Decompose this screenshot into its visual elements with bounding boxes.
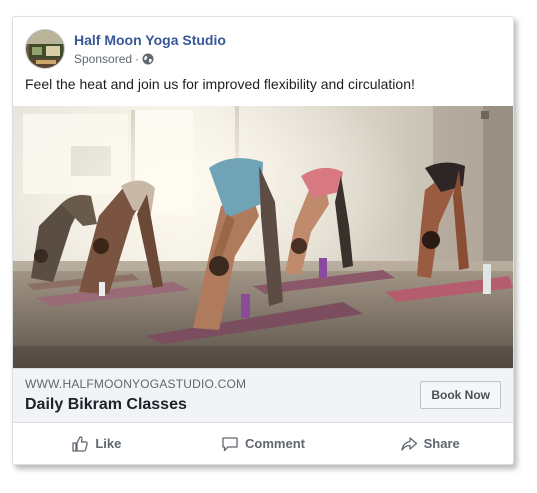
link-headline[interactable]: Daily Bikram Classes bbox=[25, 396, 187, 414]
link-preview[interactable]: WWW.HALFMOONYOGASTUDIO.COM Daily Bikram … bbox=[13, 368, 513, 423]
post-header: Half Moon Yoga Studio Sponsored · bbox=[13, 17, 513, 73]
share-icon bbox=[400, 436, 417, 451]
comment-label: Comment bbox=[245, 436, 305, 451]
meta-separator: · bbox=[135, 52, 140, 66]
comment-icon bbox=[222, 436, 238, 451]
thumbs-up-icon bbox=[72, 435, 89, 452]
globe-icon[interactable] bbox=[142, 53, 154, 65]
post-image[interactable] bbox=[13, 106, 513, 368]
post-meta: Sponsored · bbox=[74, 52, 154, 66]
like-label: Like bbox=[95, 436, 122, 451]
book-now-button[interactable]: Book Now bbox=[420, 381, 501, 409]
link-domain: WWW.HALFMOONYOGASTUDIO.COM bbox=[25, 377, 247, 391]
sponsored-label[interactable]: Sponsored bbox=[74, 52, 132, 66]
share-label: Share bbox=[423, 436, 460, 451]
post-actions: Like Comment Share bbox=[13, 423, 513, 464]
post-text: Feel the heat and join us for improved f… bbox=[25, 76, 415, 92]
like-button[interactable]: Like bbox=[13, 423, 180, 464]
sponsored-post-card: Half Moon Yoga Studio Sponsored · Feel t… bbox=[12, 16, 514, 465]
share-button[interactable]: Share bbox=[346, 423, 513, 464]
page-avatar[interactable] bbox=[25, 29, 65, 69]
page-name-link[interactable]: Half Moon Yoga Studio bbox=[74, 32, 226, 48]
comment-button[interactable]: Comment bbox=[180, 423, 347, 464]
